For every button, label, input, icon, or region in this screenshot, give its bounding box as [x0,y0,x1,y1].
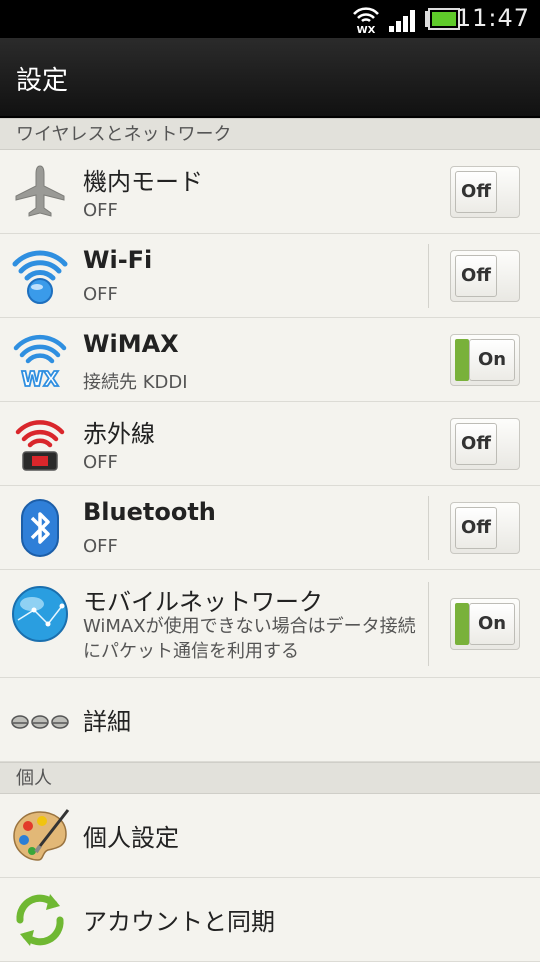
infrared-icon [15,420,65,471]
wifi-icon [12,250,68,304]
signal-icon [389,10,415,32]
setting-personalize[interactable]: 個人設定 [0,794,540,878]
toggle-label: On [469,339,515,381]
palette-icon [13,809,70,861]
setting-accounts-sync[interactable]: アカウントと同期 [0,878,540,962]
setting-infrared[interactable]: 赤外線 OFF Off [0,402,540,486]
setting-description: WiMAXが使用できない場合はデータ接続にパケット通信を利用する [83,616,416,662]
toggle-on-indicator [455,339,469,381]
setting-title: 詳細 [83,708,131,736]
bluetooth-toggle[interactable]: Off [450,502,520,554]
toggle-label: Off [455,423,497,465]
setting-mobile-network[interactable]: モバイルネットワーク WiMAXが使用できない場合はデータ接続にパケット通信を利… [0,570,540,678]
setting-status: 接続先 KDDI [83,372,188,393]
wifi-toggle[interactable]: Off [450,250,520,302]
setting-status: OFF [83,536,118,557]
wimax-icon: WX [13,334,67,390]
toggle-label: On [469,603,515,645]
setting-status: OFF [83,284,118,305]
settings-list: ワイヤレスとネットワーク 機内モード OFF Off Wi-Fi OFF Off [0,118,540,962]
setting-wifi[interactable]: Wi-Fi OFF Off [0,234,540,318]
page-title: 設定 [16,66,69,96]
airplane-mode-toggle[interactable]: Off [450,166,520,218]
wimax-toggle[interactable]: On [450,334,520,386]
toggle-label: Off [455,507,497,549]
status-time: 11:47 [455,4,530,32]
divider [428,582,429,666]
status-bar: WX 11:47 [0,0,540,38]
toggle-label: Off [455,171,497,213]
setting-status: OFF [83,200,118,221]
airplane-icon [15,165,65,217]
setting-bluetooth[interactable]: Bluetooth OFF Off [0,486,540,570]
infrared-toggle[interactable]: Off [450,418,520,470]
battery-icon [425,8,460,30]
more-icon [11,715,69,729]
section-header-wireless: ワイヤレスとネットワーク [0,118,540,150]
setting-title: Wi-Fi [83,246,153,274]
setting-title: WiMAX [83,330,179,358]
divider [428,244,429,308]
setting-status: OFF [83,452,118,473]
action-bar: 設定 [0,38,540,118]
mobile-network-toggle[interactable]: On [450,598,520,650]
setting-title: モバイルネットワーク [83,588,323,616]
svg-text:WX: WX [357,25,376,34]
setting-more[interactable]: 詳細 [0,678,540,762]
divider [428,496,429,560]
setting-wimax[interactable]: WX WiMAX 接続先 KDDI On [0,318,540,402]
bluetooth-icon [21,499,59,557]
setting-title: 個人設定 [83,824,179,852]
globe-icon [12,586,68,642]
setting-title: 赤外線 [83,420,155,448]
toggle-on-indicator [455,603,469,645]
setting-title: Bluetooth [83,498,216,526]
svg-text:WX: WX [21,367,59,390]
setting-title: アカウントと同期 [83,908,275,936]
wimax-status-icon: WX [353,7,379,34]
toggle-label: Off [455,255,497,297]
setting-airplane-mode[interactable]: 機内モード OFF Off [0,150,540,234]
section-header-personal: 個人 [0,762,540,794]
sync-icon [16,894,64,946]
setting-title: 機内モード [83,168,203,196]
